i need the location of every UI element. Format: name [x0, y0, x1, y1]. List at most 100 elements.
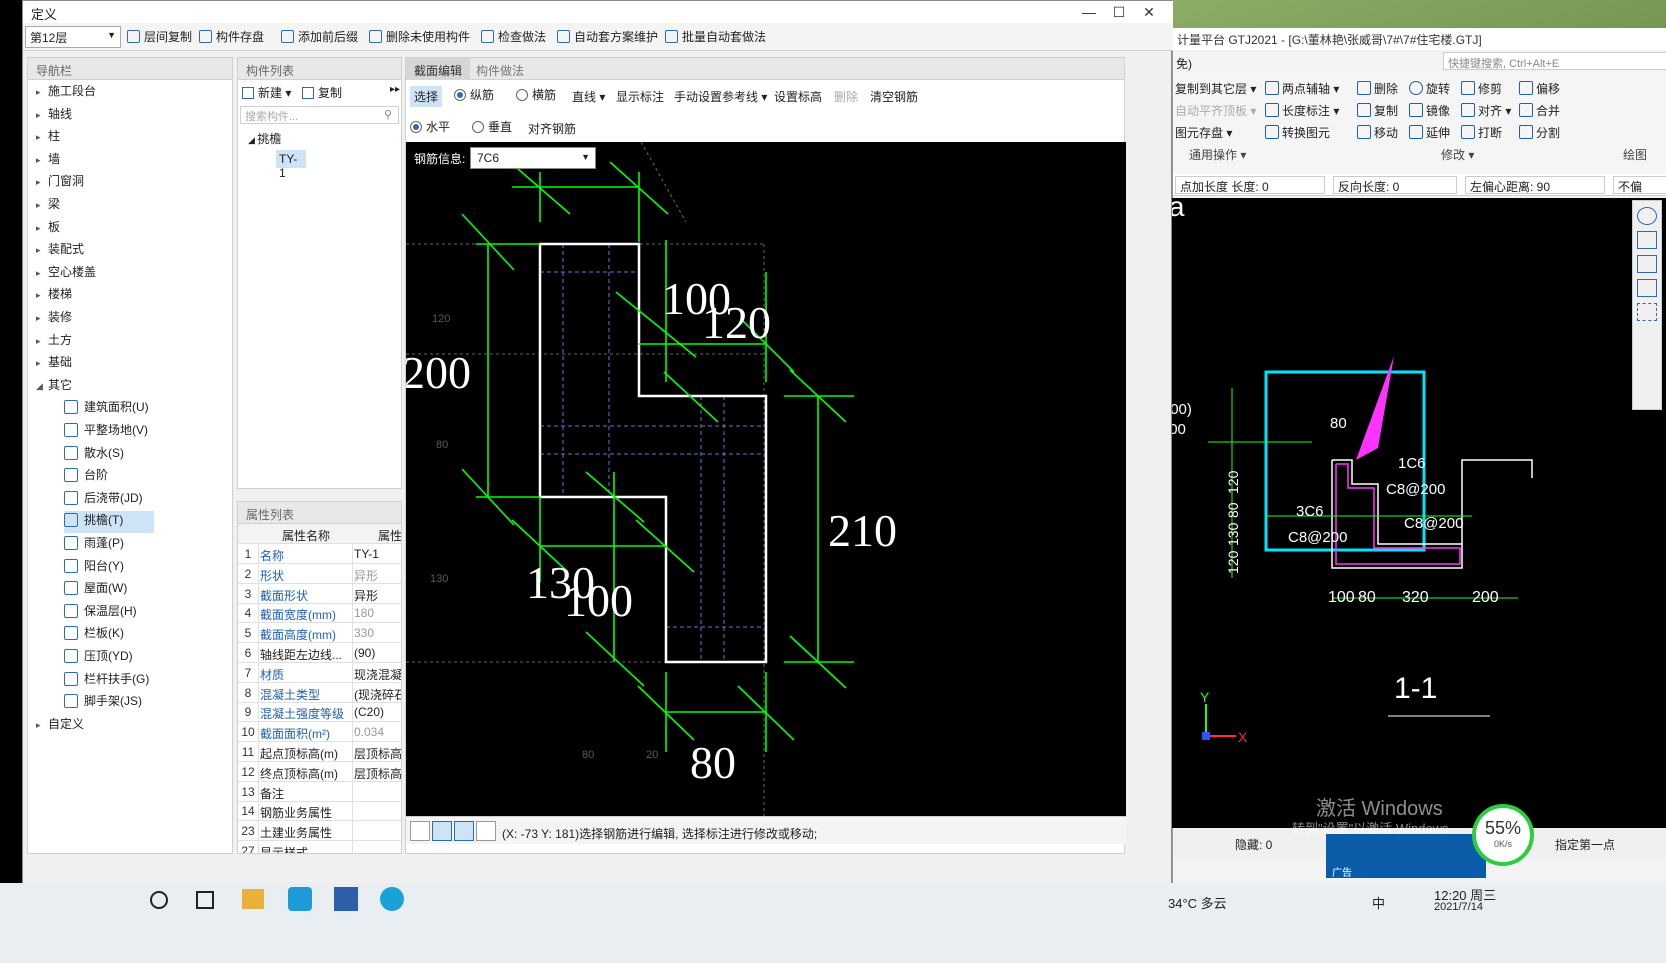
trim-button[interactable]: 修剪: [1461, 80, 1502, 97]
net-speed-widget[interactable]: 55% 0K/s: [1472, 804, 1534, 866]
shortcut-search-input[interactable]: 快捷键搜索, Ctrl+Alt+E: [1443, 52, 1666, 70]
nav-item[interactable]: ▸ 门窗洞: [36, 172, 84, 194]
search-icon[interactable]: [150, 891, 168, 909]
nav-sub-item[interactable]: 保温层(H): [64, 602, 137, 624]
close-button[interactable]: ✕: [1135, 1, 1163, 23]
edge-icon[interactable]: [380, 887, 404, 911]
property-row[interactable]: 6 轴线距左边线... (90): [238, 643, 401, 663]
copy-between-floors-button[interactable]: 层间复制: [127, 28, 192, 45]
property-row[interactable]: 5 截面高度(mm) 330: [238, 623, 401, 644]
nav-item[interactable]: ▸ 土方: [36, 331, 72, 353]
add-length-field[interactable]: 点加长度 长度: 0: [1175, 176, 1325, 194]
batch-auto-method-button[interactable]: 批量自动套做法: [665, 28, 766, 45]
file-explorer-icon[interactable]: [242, 889, 264, 909]
nav-item[interactable]: ▸ 梁: [36, 195, 60, 217]
nav-sub-item[interactable]: 压顶(YD): [64, 647, 133, 669]
snap-settings-icon[interactable]: [476, 821, 496, 841]
component-search-input[interactable]: 搜索构件...: [240, 106, 399, 124]
merge-button[interactable]: 合并: [1519, 102, 1560, 119]
box-view-icon[interactable]: [1637, 279, 1657, 297]
perpendicular-icon[interactable]: [454, 821, 474, 841]
clear-rebar-button[interactable]: 清空钢筋: [870, 88, 918, 105]
align-rebar-button[interactable]: 对齐钢筋: [528, 120, 576, 137]
length-dim-button[interactable]: 长度标注 ▾: [1265, 102, 1339, 119]
property-row[interactable]: 27 显示样式: [238, 841, 401, 853]
select-tool-button[interactable]: 选择: [410, 86, 443, 107]
delete-button[interactable]: 删除: [1357, 80, 1398, 97]
cube-icon[interactable]: [1637, 255, 1657, 273]
nav-sub-item[interactable]: 散水(S): [64, 444, 124, 466]
extend-button[interactable]: 延伸: [1409, 124, 1450, 141]
left-offset-field[interactable]: 左偏心距离: 90: [1465, 176, 1605, 194]
delete-rebar-button[interactable]: 删除: [834, 88, 858, 105]
property-row[interactable]: 2 形状 异形: [238, 563, 401, 584]
more-icon[interactable]: ▸▸: [390, 84, 400, 95]
add-prefix-suffix-button[interactable]: 添加前后缀: [281, 28, 358, 45]
auto-align-slab-button[interactable]: 自动平齐顶板 ▾: [1175, 102, 1256, 119]
nav-sub-item[interactable]: 雨蓬(P): [64, 534, 124, 556]
property-row[interactable]: 7 材质 现浇混凝: [238, 662, 401, 683]
nav-sub-item[interactable]: 栏杆扶手(G): [64, 670, 149, 692]
property-row[interactable]: 11 起点顶标高(m) 层顶标高: [238, 742, 401, 762]
tab-component-method[interactable]: 构件做法: [468, 58, 532, 80]
tab-section-edit[interactable]: 截面编辑: [406, 58, 471, 80]
offset-button[interactable]: 偏移: [1519, 80, 1560, 97]
nav-sub-item[interactable]: 脚手架(JS): [64, 692, 142, 714]
glodon-icon[interactable]: [334, 887, 358, 911]
nav-sub-item[interactable]: 后浇带(JD): [64, 489, 143, 511]
nav-sub-item[interactable]: 挑檐(T): [64, 511, 154, 534]
line-tool-button[interactable]: 直线 ▾: [572, 88, 605, 105]
copy-to-layer-button[interactable]: 复制到其它层 ▾: [1175, 80, 1256, 97]
property-row[interactable]: 1 名称 TY-1: [238, 544, 401, 564]
split-button[interactable]: 分割: [1519, 124, 1560, 141]
app-t-icon[interactable]: [288, 887, 312, 911]
property-row[interactable]: 14 钢筋业务属性: [238, 801, 401, 822]
nav-item[interactable]: ▸ 装修: [36, 308, 72, 330]
nav-item[interactable]: ◢ 其它: [36, 376, 72, 398]
nav-sub-item[interactable]: 平整场地(V): [64, 421, 148, 443]
snap-line-icon[interactable]: [432, 821, 452, 841]
delete-unused-button[interactable]: 删除未使用构件: [369, 28, 470, 45]
new-component-button[interactable]: 新建 ▾: [242, 84, 291, 101]
show-dims-button[interactable]: 显示标注: [616, 88, 664, 105]
nav-item[interactable]: ▸ 柱: [36, 127, 60, 149]
property-row[interactable]: 9 混凝土强度等级 (C20): [238, 702, 401, 723]
break-button[interactable]: 打断: [1461, 124, 1502, 141]
weather-text[interactable]: 34°C 多云: [1168, 893, 1227, 912]
convert-element-button[interactable]: 转换图元: [1265, 124, 1330, 141]
no-offset-field[interactable]: 不偏: [1613, 176, 1666, 194]
floor-select[interactable]: 第12层 ▼: [25, 26, 121, 48]
nav-item[interactable]: ▸ 轴线: [36, 105, 72, 127]
move-button[interactable]: 移动: [1357, 124, 1398, 141]
zoom-extents-icon[interactable]: [1637, 303, 1657, 321]
nav-item[interactable]: ▸ 施工段台: [36, 82, 96, 104]
vertical-radio[interactable]: 垂直: [472, 118, 512, 135]
set-elevation-button[interactable]: 设置标高: [774, 88, 822, 105]
nav-sub-item[interactable]: 屋面(W): [64, 579, 127, 601]
section-canvas[interactable]: 200 100 120 210 130 100 80 120 80 130 80…: [406, 142, 1126, 816]
check-method-button[interactable]: 检查做法: [481, 28, 546, 45]
property-row[interactable]: 10 截面面积(m²) 0.034: [238, 722, 401, 743]
nav-sub-item[interactable]: 台阶: [64, 466, 108, 488]
mirror-button[interactable]: 镜像: [1409, 102, 1450, 119]
set-reference-line-button[interactable]: 手动设置参考线 ▾: [674, 88, 767, 105]
nav-item[interactable]: ▸ 基础: [36, 353, 72, 375]
3d-view-icon[interactable]: [1637, 231, 1657, 249]
longitudinal-radio[interactable]: 纵筋: [454, 86, 494, 103]
orbit-icon[interactable]: [1637, 207, 1657, 225]
property-row[interactable]: 8 混凝土类型 (现浇碎石: [238, 682, 401, 703]
component-item-ty1[interactable]: TY-1: [276, 150, 306, 180]
align-button[interactable]: 对齐 ▾: [1461, 102, 1511, 119]
property-row[interactable]: 3 截面形状 异形: [238, 583, 401, 604]
nav-sub-item[interactable]: 阳台(Y): [64, 557, 124, 579]
property-row[interactable]: 12 终点顶标高(m) 层顶标高: [238, 761, 401, 782]
task-view-icon[interactable]: [196, 891, 214, 909]
maximize-button[interactable]: ☐: [1105, 1, 1133, 23]
element-save-button[interactable]: 图元存盘 ▾: [1175, 124, 1232, 141]
copy-button[interactable]: 复制: [1357, 102, 1398, 119]
ortho-icon[interactable]: [410, 821, 430, 841]
auto-scheme-button[interactable]: 自动套方案维护: [557, 28, 658, 45]
nav-item[interactable]: ▸ 楼梯: [36, 285, 72, 307]
nav-item[interactable]: ▸ 装配式: [36, 240, 84, 262]
rotate-button[interactable]: 旋转: [1409, 80, 1450, 97]
